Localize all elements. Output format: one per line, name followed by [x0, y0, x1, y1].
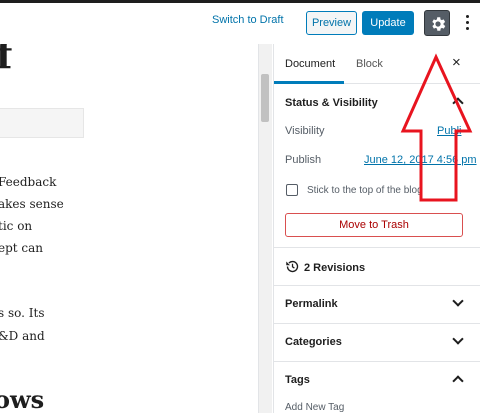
chevron-up-icon[interactable] [452, 375, 464, 387]
ellipsis-dot [465, 21, 469, 24]
publish-date-link[interactable]: June 12, 2017 4:56 pm [364, 154, 477, 166]
add-new-tag-label: Add New Tag [285, 402, 345, 413]
tab-block[interactable]: Block [356, 58, 383, 70]
paragraph-line[interactable]: Feedback [0, 171, 56, 193]
revisions-link[interactable]: 2 Revisions [304, 262, 365, 274]
chevron-up-icon[interactable] [452, 97, 464, 109]
section-heading[interactable]: ows [0, 385, 44, 413]
panel-divider [274, 247, 480, 248]
vertical-ellipsis-icon [465, 15, 469, 18]
status-visibility-title[interactable]: Status & Visibility [285, 97, 378, 109]
active-tab-indicator [274, 81, 344, 84]
settings-button[interactable] [424, 10, 450, 36]
gear-icon [432, 17, 446, 31]
post-heading[interactable]: f [0, 44, 12, 77]
more-options-button[interactable] [462, 12, 472, 34]
paragraph-line[interactable]: s so. Its [0, 302, 45, 324]
tab-document[interactable]: Document [285, 58, 335, 70]
switch-to-draft-link[interactable]: Switch to Draft [212, 14, 284, 26]
permalink-title[interactable]: Permalink [285, 298, 338, 310]
sticky-label: Stick to the top of the blog [307, 185, 423, 196]
post-content-area[interactable]: f Feedback akes sense tic on ept can s s… [0, 44, 258, 413]
close-icon[interactable]: × [452, 54, 461, 71]
history-icon [286, 260, 299, 273]
categories-title[interactable]: Categories [285, 336, 342, 348]
publish-label: Publish [285, 154, 322, 166]
paragraph-line[interactable]: ept can [0, 237, 43, 259]
paragraph-line[interactable]: tic on [0, 215, 32, 237]
toolbar-top-border [0, 0, 480, 3]
scrollbar-thumb[interactable] [261, 74, 269, 122]
preview-button[interactable]: Preview [306, 11, 357, 35]
visibility-value-link[interactable]: Publi [437, 125, 461, 137]
move-to-trash-button[interactable]: Move to Trash [285, 213, 463, 237]
panel-divider [274, 361, 480, 362]
sidebar-tabs: Document Block × [274, 44, 480, 84]
ellipsis-dot [465, 27, 469, 30]
paragraph-line[interactable]: akes sense [0, 193, 64, 215]
chevron-down-icon[interactable] [452, 333, 464, 345]
update-button[interactable]: Update [362, 11, 414, 35]
editor-toolbar: Switch to Draft Preview Update [0, 0, 480, 44]
panel-divider [274, 285, 480, 286]
settings-sidebar: Document Block × Status & Visibility Vis… [273, 44, 480, 413]
tags-title[interactable]: Tags [285, 374, 310, 386]
sticky-checkbox[interactable] [286, 184, 298, 196]
paragraph-line[interactable]: &D and [0, 325, 45, 347]
visibility-label: Visibility [285, 125, 325, 137]
block-placeholder[interactable] [0, 108, 84, 138]
panel-divider [274, 323, 480, 324]
chevron-down-icon[interactable] [452, 295, 464, 307]
